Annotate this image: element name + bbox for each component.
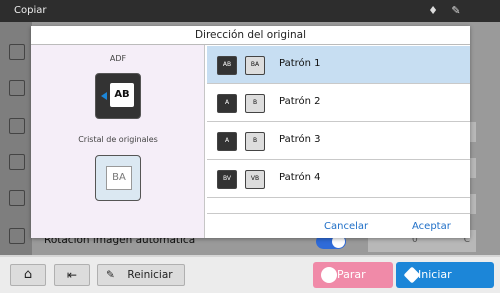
glass-icon-sheet: BA: [106, 166, 132, 190]
pattern-1-icon-a: AB: [217, 56, 237, 75]
glass-label: Cristal de originales: [78, 135, 158, 144]
adf-icon-sheet: AB: [110, 83, 134, 107]
exit-icon: ⇤: [66, 268, 78, 282]
eraser-icon: ✎: [106, 269, 115, 281]
pattern-3-icon-a: A: [217, 132, 237, 151]
reset-button[interactable]: ✎ Reiniciar: [97, 264, 185, 286]
pattern-2-icon-a: A: [217, 94, 237, 113]
pattern-row-2[interactable]: A B Patrón 2: [207, 84, 470, 122]
pattern-row-3[interactable]: A B Patrón 3: [207, 122, 470, 160]
direction-dialog: Dirección del original ADF AB Cristal de…: [31, 26, 470, 238]
pattern-2-label: Patrón 2: [279, 96, 321, 107]
pattern-3-label: Patrón 3: [279, 134, 321, 145]
home-icon: ⌂: [23, 267, 33, 282]
app-title: Copiar: [14, 5, 47, 16]
orientation-preview-panel: ADF AB Cristal de originales BA: [31, 45, 205, 238]
pattern-3-icon-b: B: [245, 132, 265, 151]
home-button[interactable]: ⌂: [10, 264, 46, 286]
pattern-row-4[interactable]: BV VB Patrón 4: [207, 160, 470, 198]
exit-button[interactable]: ⇤: [54, 264, 90, 286]
stop-icon: [321, 267, 337, 283]
pattern-2-icon-b: B: [245, 94, 265, 113]
adf-orientation-icon: AB: [95, 73, 141, 119]
nav-duplex-icon[interactable]: [9, 154, 25, 170]
nav-copy-icon[interactable]: [9, 44, 25, 60]
pattern-list: AB BA Patrón 1 A B Patrón 2 A B Patrón 3…: [207, 46, 470, 198]
reset-label: Reiniciar: [127, 269, 173, 281]
adf-arrow-icon: [101, 92, 107, 100]
dialog-title: Dirección del original: [31, 26, 470, 45]
nav-scan-icon[interactable]: [9, 80, 25, 96]
pattern-1-icon-b: BA: [245, 56, 265, 75]
start-label: Iniciar: [418, 268, 452, 281]
bell-icon[interactable]: ♦: [424, 3, 442, 19]
nav-settings-icon[interactable]: [9, 190, 25, 206]
pattern-1-label: Patrón 1: [279, 58, 321, 69]
start-button[interactable]: Iniciar: [396, 262, 494, 288]
pattern-row-1[interactable]: AB BA Patrón 1: [207, 46, 470, 84]
nav-rotation-icon[interactable]: [9, 228, 25, 244]
status-icon[interactable]: ✎: [447, 3, 465, 19]
adf-label: ADF: [109, 54, 127, 63]
cancel-button[interactable]: Cancelar: [324, 221, 368, 232]
nav-original-icon[interactable]: [9, 118, 25, 134]
accept-button[interactable]: Aceptar: [412, 221, 451, 232]
pattern-4-label: Patrón 4: [279, 172, 321, 183]
pattern-4-icon-a: BV: [217, 170, 237, 189]
dialog-footer: Cancelar Aceptar: [207, 213, 470, 238]
stop-label: Parar: [337, 268, 366, 281]
glass-orientation-icon: BA: [95, 155, 141, 201]
pattern-4-icon-b: VB: [245, 170, 265, 189]
stop-button[interactable]: Parar: [313, 262, 393, 288]
